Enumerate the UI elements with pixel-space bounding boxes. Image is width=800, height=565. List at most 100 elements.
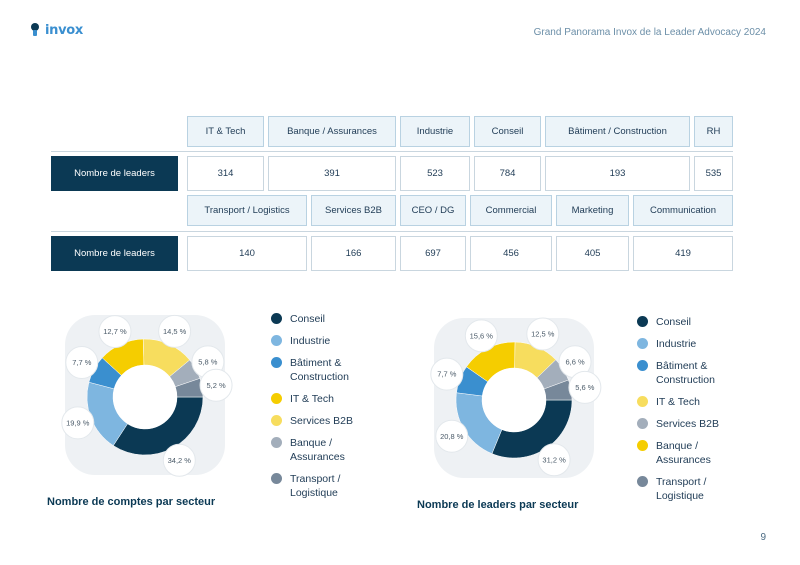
legend-dot-services bbox=[637, 418, 648, 429]
table-value-cell: 784 bbox=[474, 156, 541, 191]
value-label: 5,2 % bbox=[199, 368, 233, 402]
legend-dot-batiment bbox=[271, 357, 282, 368]
legend-item: Bâtiment & Construction bbox=[637, 359, 746, 387]
table-header-cell: Industrie bbox=[400, 116, 470, 147]
table-divider bbox=[51, 231, 733, 232]
legend-right: Conseil Industrie Bâtiment & Constructio… bbox=[637, 315, 746, 511]
donut-hole bbox=[113, 365, 177, 429]
value-label-text: 19,9 % bbox=[66, 418, 90, 427]
table-value-cell: 391 bbox=[268, 156, 396, 191]
legend-left: Conseil Industrie Bâtiment & Constructio… bbox=[271, 312, 380, 508]
legend-item: Services B2B bbox=[637, 417, 746, 431]
legend-label: IT & Tech bbox=[290, 393, 334, 405]
legend-label: Transport / Logistique bbox=[656, 476, 707, 502]
table-value-cell: 140 bbox=[187, 236, 307, 271]
value-label: 7,7 % bbox=[65, 346, 99, 380]
row-label: Nombre de leaders bbox=[51, 156, 178, 191]
logo-text: invox bbox=[45, 22, 84, 38]
table-header-cell: CEO / DG bbox=[400, 195, 466, 226]
legend-dot-it bbox=[637, 396, 648, 407]
value-label-text: 6,6 % bbox=[565, 357, 585, 366]
legend-dot-services bbox=[271, 415, 282, 426]
value-label-text: 12,5 % bbox=[531, 330, 555, 339]
value-label: 7,7 % bbox=[430, 357, 464, 391]
value-label: 15,6 % bbox=[464, 319, 498, 353]
legend-dot-banque bbox=[271, 437, 282, 448]
value-label: 20,8 % bbox=[435, 419, 469, 453]
row-label: Nombre de leaders bbox=[51, 236, 178, 271]
legend-dot-it bbox=[271, 393, 282, 404]
legend-label: Banque / Assurances bbox=[656, 440, 711, 466]
table-value-cell: 535 bbox=[694, 156, 733, 191]
value-label: 14,5 % bbox=[158, 314, 192, 348]
legend-dot-conseil bbox=[271, 313, 282, 324]
table-header-cell: Communication bbox=[633, 195, 733, 226]
value-label-text: 7,7 % bbox=[72, 358, 92, 367]
page-number: 9 bbox=[760, 532, 766, 543]
table-header-cell: Services B2B bbox=[311, 195, 396, 226]
value-label: 19,9 % bbox=[61, 406, 95, 440]
legend-label: Bâtiment & Construction bbox=[290, 357, 349, 383]
donut-chart-leaders: 31,2 % 20,8 % 7,7 % 15,6 % 12,5 % 6,6 % 5,6 % bbox=[430, 317, 602, 478]
table-value-cell: 166 bbox=[311, 236, 396, 271]
legend-label: Transport / Logistique bbox=[290, 473, 341, 499]
chart-title-comptes: Nombre de comptes par secteur bbox=[47, 496, 216, 508]
legend-label: Services B2B bbox=[656, 418, 720, 430]
document-title: Grand Panorama Invox de la Leader Advoca… bbox=[533, 27, 766, 38]
legend-dot-industrie bbox=[637, 338, 648, 349]
legend-label: Services B2B bbox=[290, 415, 354, 427]
table-value-cell: 697 bbox=[400, 236, 466, 271]
value-label-text: 20,8 % bbox=[440, 432, 464, 441]
table-value-cell: 314 bbox=[187, 156, 264, 191]
legend-label: Bâtiment & Construction bbox=[656, 360, 715, 386]
value-label-text: 5,2 % bbox=[206, 381, 226, 390]
donut-hole bbox=[482, 368, 546, 432]
value-label-text: 34,2 % bbox=[168, 456, 192, 465]
value-label-text: 7,7 % bbox=[437, 370, 457, 379]
table-value-cell: 405 bbox=[556, 236, 629, 271]
table-header-cell: Conseil bbox=[474, 116, 541, 147]
legend-item: Conseil bbox=[637, 315, 746, 329]
legend-item: IT & Tech bbox=[637, 395, 746, 409]
value-label-text: 14,5 % bbox=[163, 327, 187, 336]
legend-item: Banque / Assurances bbox=[637, 439, 746, 467]
value-label: 31,2 % bbox=[537, 443, 571, 477]
value-label: 5,6 % bbox=[568, 370, 602, 404]
table-value-cell: 419 bbox=[633, 236, 733, 271]
value-label-text: 31,2 % bbox=[542, 455, 566, 464]
legend-label: Conseil bbox=[656, 316, 692, 328]
legend-label: Industrie bbox=[290, 335, 331, 347]
chart-title-leaders: Nombre de leaders par secteur bbox=[417, 499, 579, 511]
value-label-text: 12,7 % bbox=[103, 327, 127, 336]
value-label: 12,5 % bbox=[526, 317, 560, 351]
legend-item: Transport / Logistique bbox=[637, 475, 746, 503]
table-value-cell: 456 bbox=[470, 236, 552, 271]
table-header-cell: IT & Tech bbox=[187, 116, 264, 147]
legend-item: Services B2B bbox=[271, 414, 380, 428]
legend-dot-batiment bbox=[637, 360, 648, 371]
table-header-cell: Commercial bbox=[470, 195, 552, 226]
value-label: 12,7 % bbox=[98, 315, 132, 349]
table-header-cell: Transport / Logistics bbox=[187, 195, 307, 226]
legend-item: Industrie bbox=[637, 337, 746, 351]
legend-item: Transport / Logistique bbox=[271, 472, 380, 500]
legend-dot-banque bbox=[637, 440, 648, 451]
donut-chart-comptes: 34,2 % 19,9 % 7,7 % 12,7 % 14,5 % 5,8 % 5,2 % bbox=[61, 314, 233, 477]
value-label: 34,2 % bbox=[162, 443, 196, 477]
legend-dot-transport bbox=[637, 476, 648, 487]
invox-logo: invox bbox=[30, 22, 83, 38]
legend-item: Bâtiment & Construction bbox=[271, 356, 380, 384]
value-label-text: 5,6 % bbox=[575, 383, 595, 392]
table-divider bbox=[51, 151, 733, 152]
legend-dot-transport bbox=[271, 473, 282, 484]
legend-item: Banque / Assurances bbox=[271, 436, 380, 464]
table-value-cell: 193 bbox=[545, 156, 690, 191]
table-header-cell: Banque / Assurances bbox=[268, 116, 396, 147]
legend-label: Industrie bbox=[656, 338, 697, 350]
legend-label: Conseil bbox=[290, 313, 326, 325]
legend-dot-industrie bbox=[271, 335, 282, 346]
legend-label: IT & Tech bbox=[656, 396, 700, 408]
table-header-cell: RH bbox=[694, 116, 733, 147]
table-header-cell: Bâtiment / Construction bbox=[545, 116, 690, 147]
legend-dot-conseil bbox=[637, 316, 648, 327]
